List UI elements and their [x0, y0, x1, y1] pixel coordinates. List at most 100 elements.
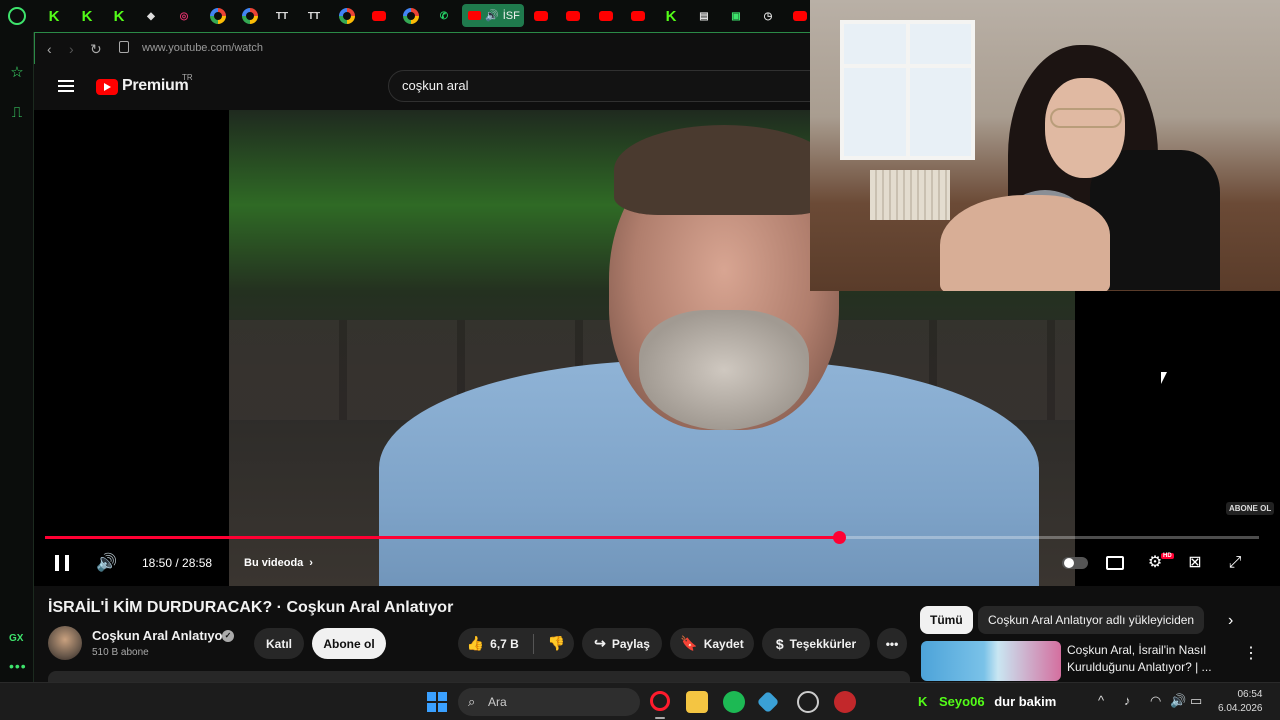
chip-uploader[interactable]: Coşkun Aral Anlatıyor adlı yükleyiciden	[978, 606, 1205, 634]
app-icon[interactable]	[834, 691, 856, 713]
tab-kick[interactable]: K	[661, 6, 681, 26]
tab-document[interactable]: ▤	[694, 6, 714, 26]
tab-google[interactable]	[242, 8, 258, 24]
chevron-up-icon[interactable]: ^	[1098, 693, 1104, 708]
tab-youtube[interactable]	[563, 6, 583, 26]
clock-time: 06:54	[1237, 689, 1263, 700]
tab-google[interactable]	[403, 8, 419, 24]
reload-icon[interactable]: ↻	[90, 41, 102, 58]
clock-date: 6.04.2026	[1218, 703, 1263, 714]
battery-icon[interactable]: ▭	[1190, 693, 1202, 709]
tab-icon-generic[interactable]: ◆	[141, 6, 161, 26]
divider	[532, 633, 534, 654]
windows-taskbar: ⌕ Ara K Seyo06 dur bakim ^ ♪ ◠ 🔊 ▭ 06:54…	[0, 682, 1280, 720]
chevron-right-icon: ›	[309, 557, 313, 569]
related-title[interactable]: Coşkun Aral, İsrail'in Nasıl Kurulduğunu…	[1067, 642, 1217, 676]
obs-icon[interactable]	[797, 691, 819, 713]
tab-whatsapp[interactable]: ✆	[434, 6, 454, 26]
opera-logo-icon[interactable]	[8, 7, 26, 25]
microphone-icon[interactable]: ♪	[1124, 693, 1131, 708]
youtube-logo-icon[interactable]	[96, 79, 118, 95]
tab-kick[interactable]: K	[44, 6, 64, 26]
tab-active-youtube[interactable]: 🔊 İSF	[462, 4, 524, 27]
more-icon[interactable]: •••	[9, 658, 27, 674]
streamer-glasses	[1050, 108, 1122, 128]
join-button[interactable]: Katıl	[254, 628, 304, 659]
save-label: Kaydet	[703, 636, 744, 651]
super-thanks-icon: $	[775, 635, 784, 652]
fullscreen-icon[interactable]: ⤢	[1225, 553, 1245, 573]
volume-icon[interactable]: 🔊	[1170, 693, 1186, 709]
share-button[interactable]: ↪ Paylaş	[582, 628, 662, 659]
search-input[interactable]: coşkun aral	[388, 70, 818, 102]
like-dislike-group: 👍 6,7 B 👎	[458, 628, 574, 659]
description-box[interactable]	[48, 671, 910, 682]
time-display: 18:50 / 28:58	[142, 556, 213, 570]
chip-all[interactable]: Tümü	[920, 606, 973, 634]
kebab-menu-icon[interactable]: ⋮	[1243, 643, 1259, 663]
dislike-icon[interactable]: 👎	[548, 635, 565, 652]
progress-scrubber[interactable]	[832, 531, 846, 544]
progress-bar[interactable]	[45, 531, 1259, 544]
star-icon[interactable]: ☆	[8, 64, 26, 82]
gx-label[interactable]: GX	[9, 633, 23, 644]
tab-generic[interactable]: ◷	[758, 6, 778, 26]
active-indicator	[655, 717, 665, 719]
menu-icon[interactable]	[58, 80, 74, 92]
taskbar-search[interactable]: ⌕ Ara	[458, 688, 640, 716]
tab-generic[interactable]: TT	[304, 6, 324, 26]
system-clock[interactable]: 06:54 6.04.2026	[1218, 688, 1263, 716]
country-code: TR	[182, 73, 193, 82]
back-icon[interactable]: ‹	[47, 41, 52, 57]
file-explorer-icon[interactable]	[686, 691, 708, 713]
aria-icon[interactable]: ⎍	[8, 104, 26, 122]
channel-name[interactable]: Coşkun Aral Anlatıyor	[92, 628, 228, 643]
tab-kick[interactable]: K	[109, 6, 129, 26]
tab-google[interactable]	[210, 8, 226, 24]
miniplayer-icon[interactable]: ⊠	[1185, 553, 1205, 573]
address-bar: ‹ › ↻ www.youtube.com/watch	[34, 32, 810, 64]
tab-youtube[interactable]	[596, 6, 616, 26]
tab-youtube[interactable]	[531, 6, 551, 26]
thanks-button[interactable]: $ Teşekkürler	[762, 628, 870, 659]
forward-icon[interactable]: ›	[69, 41, 74, 57]
pause-icon[interactable]	[55, 555, 69, 571]
tab-youtube[interactable]	[369, 6, 389, 26]
tab-instagram[interactable]: ◎	[174, 6, 194, 26]
wifi-icon[interactable]: ◠	[1150, 693, 1161, 709]
opera-gx-app-icon[interactable]	[650, 691, 670, 711]
tab-kick[interactable]: K	[77, 6, 97, 26]
url-field[interactable]: www.youtube.com/watch	[142, 42, 263, 54]
channel-avatar[interactable]	[48, 626, 82, 660]
app-icon[interactable]	[756, 690, 780, 714]
subtitles-icon[interactable]	[1106, 556, 1124, 570]
tab-generic[interactable]: ▣	[726, 6, 746, 26]
subscriber-count: 510 B abone	[92, 647, 149, 658]
tab-youtube[interactable]	[628, 6, 648, 26]
browser-sidebar: ☆ ⎍ GX •••	[0, 32, 34, 682]
room-radiator	[870, 170, 950, 220]
tab-google[interactable]	[339, 8, 355, 24]
autoplay-toggle[interactable]	[1062, 557, 1088, 569]
screen: K K K ◆ ◎ TT TT ✆ 🔊 İSF K ▤ ▣ ◷ ☆ ⎍ GX •…	[0, 0, 1280, 720]
subscribe-button[interactable]: Abone ol	[312, 628, 386, 659]
like-count[interactable]: 6,7 B	[490, 637, 519, 651]
spotify-icon[interactable]	[723, 691, 745, 713]
windows-start-icon[interactable]	[427, 692, 447, 712]
speaker-beard	[639, 310, 809, 430]
like-icon[interactable]: 👍	[467, 635, 484, 652]
chevron-right-icon[interactable]: ›	[1228, 612, 1233, 630]
youtube-icon	[468, 11, 481, 20]
save-button[interactable]: 🔖 Kaydet	[670, 628, 754, 659]
channel-watermark[interactable]: ABONE OL	[1226, 502, 1275, 515]
youtube-brand[interactable]: Premium	[122, 77, 189, 95]
more-actions-button[interactable]: •••	[877, 628, 907, 659]
related-thumbnail[interactable]	[921, 641, 1061, 681]
chapter-button[interactable]: Bu videoda ›	[244, 552, 313, 574]
tab-generic[interactable]: TT	[272, 6, 292, 26]
tab-youtube[interactable]	[790, 6, 810, 26]
thanks-label: Teşekkürler	[789, 636, 857, 651]
stream-chat-ticker: K Seyo06 dur bakim	[918, 694, 1056, 709]
volume-icon[interactable]: 🔊	[96, 552, 117, 574]
streamer-arm	[940, 195, 1110, 291]
